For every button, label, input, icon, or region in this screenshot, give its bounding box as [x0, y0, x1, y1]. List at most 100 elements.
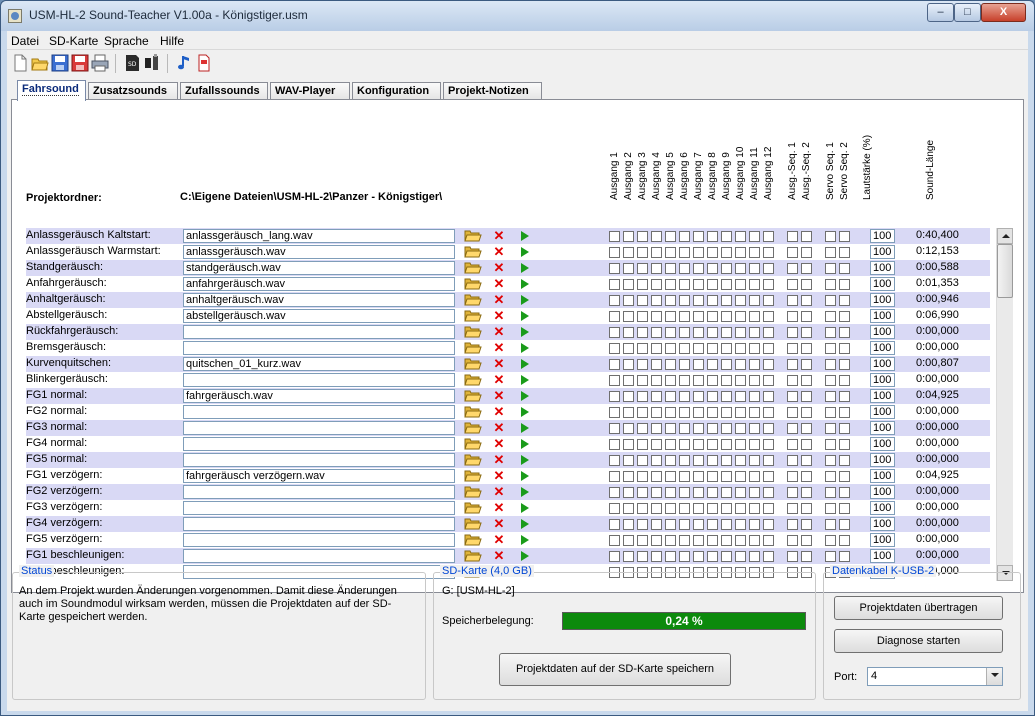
sound-file-field[interactable]: abstellgeräusch.wav — [183, 309, 455, 323]
seq-checkbox[interactable] — [801, 375, 812, 386]
play-icon[interactable] — [515, 324, 535, 340]
output-checkbox[interactable] — [623, 391, 634, 402]
output-checkbox[interactable] — [665, 487, 676, 498]
output-checkbox[interactable] — [637, 391, 648, 402]
servo-checkbox[interactable] — [839, 519, 850, 530]
output-checkbox[interactable] — [735, 455, 746, 466]
output-checkbox[interactable] — [707, 471, 718, 482]
servo-checkbox[interactable] — [825, 311, 836, 322]
output-checkbox[interactable] — [651, 231, 662, 242]
output-checkbox[interactable] — [665, 391, 676, 402]
servo-checkbox[interactable] — [825, 439, 836, 450]
play-icon[interactable] — [515, 548, 535, 564]
output-checkbox[interactable] — [721, 231, 732, 242]
output-checkbox[interactable] — [707, 455, 718, 466]
output-checkbox[interactable] — [679, 231, 690, 242]
volume-field[interactable]: 100 — [870, 373, 895, 387]
servo-checkbox[interactable] — [825, 391, 836, 402]
play-icon[interactable] — [515, 260, 535, 276]
tab-konfiguration[interactable]: Konfiguration — [352, 82, 441, 100]
play-icon[interactable] — [515, 228, 535, 244]
output-checkbox[interactable] — [623, 359, 634, 370]
output-checkbox[interactable] — [735, 407, 746, 418]
output-checkbox[interactable] — [623, 263, 634, 274]
output-checkbox[interactable] — [749, 231, 760, 242]
sound-file-field[interactable] — [183, 485, 455, 499]
output-checkbox[interactable] — [707, 423, 718, 434]
sd-card-icon[interactable]: SD — [123, 54, 141, 72]
open-folder-icon[interactable] — [464, 468, 484, 484]
output-checkbox[interactable] — [609, 359, 620, 370]
output-checkbox[interactable] — [637, 343, 648, 354]
output-checkbox[interactable] — [749, 423, 760, 434]
output-checkbox[interactable] — [609, 391, 620, 402]
seq-checkbox[interactable] — [787, 423, 798, 434]
output-checkbox[interactable] — [763, 407, 774, 418]
output-checkbox[interactable] — [609, 535, 620, 546]
volume-field[interactable]: 100 — [870, 501, 895, 515]
delete-icon[interactable]: ✕ — [489, 260, 509, 276]
output-checkbox[interactable] — [651, 551, 662, 562]
volume-field[interactable]: 100 — [870, 453, 895, 467]
output-checkbox[interactable] — [735, 279, 746, 290]
output-checkbox[interactable] — [735, 359, 746, 370]
output-checkbox[interactable] — [749, 455, 760, 466]
servo-checkbox[interactable] — [839, 423, 850, 434]
seq-checkbox[interactable] — [801, 471, 812, 482]
servo-checkbox[interactable] — [825, 535, 836, 546]
close-button[interactable]: X — [981, 3, 1026, 22]
open-folder-icon[interactable] — [464, 228, 484, 244]
output-checkbox[interactable] — [707, 551, 718, 562]
servo-checkbox[interactable] — [839, 503, 850, 514]
output-checkbox[interactable] — [651, 359, 662, 370]
servo-checkbox[interactable] — [825, 519, 836, 530]
output-checkbox[interactable] — [693, 327, 704, 338]
seq-checkbox[interactable] — [801, 439, 812, 450]
output-checkbox[interactable] — [623, 407, 634, 418]
servo-checkbox[interactable] — [839, 279, 850, 290]
open-folder-icon[interactable] — [464, 452, 484, 468]
seq-checkbox[interactable] — [787, 471, 798, 482]
output-checkbox[interactable] — [679, 439, 690, 450]
output-checkbox[interactable] — [763, 279, 774, 290]
output-checkbox[interactable] — [763, 519, 774, 530]
output-checkbox[interactable] — [735, 311, 746, 322]
output-checkbox[interactable] — [735, 423, 746, 434]
servo-checkbox[interactable] — [825, 343, 836, 354]
output-checkbox[interactable] — [749, 247, 760, 258]
output-checkbox[interactable] — [763, 535, 774, 546]
output-checkbox[interactable] — [623, 311, 634, 322]
output-checkbox[interactable] — [651, 503, 662, 514]
servo-checkbox[interactable] — [839, 311, 850, 322]
volume-field[interactable]: 100 — [870, 469, 895, 483]
seq-checkbox[interactable] — [787, 455, 798, 466]
sound-file-field[interactable] — [183, 453, 455, 467]
output-checkbox[interactable] — [763, 343, 774, 354]
output-checkbox[interactable] — [623, 343, 634, 354]
open-icon[interactable] — [31, 54, 49, 72]
play-icon[interactable] — [515, 436, 535, 452]
seq-checkbox[interactable] — [801, 263, 812, 274]
output-checkbox[interactable] — [707, 263, 718, 274]
play-icon[interactable] — [515, 420, 535, 436]
servo-checkbox[interactable] — [825, 295, 836, 306]
output-checkbox[interactable] — [763, 375, 774, 386]
output-checkbox[interactable] — [693, 551, 704, 562]
transfer-project-button[interactable]: Projektdaten übertragen — [834, 596, 1003, 620]
output-checkbox[interactable] — [665, 279, 676, 290]
output-checkbox[interactable] — [749, 535, 760, 546]
output-checkbox[interactable] — [609, 343, 620, 354]
delete-icon[interactable]: ✕ — [489, 404, 509, 420]
delete-icon[interactable]: ✕ — [489, 372, 509, 388]
output-checkbox[interactable] — [609, 439, 620, 450]
delete-icon[interactable]: ✕ — [489, 532, 509, 548]
volume-field[interactable]: 100 — [870, 293, 895, 307]
seq-checkbox[interactable] — [787, 535, 798, 546]
volume-field[interactable]: 100 — [870, 229, 895, 243]
delete-icon[interactable]: ✕ — [489, 324, 509, 340]
open-folder-icon[interactable] — [464, 356, 484, 372]
output-checkbox[interactable] — [679, 375, 690, 386]
output-checkbox[interactable] — [665, 311, 676, 322]
output-checkbox[interactable] — [721, 311, 732, 322]
output-checkbox[interactable] — [651, 487, 662, 498]
